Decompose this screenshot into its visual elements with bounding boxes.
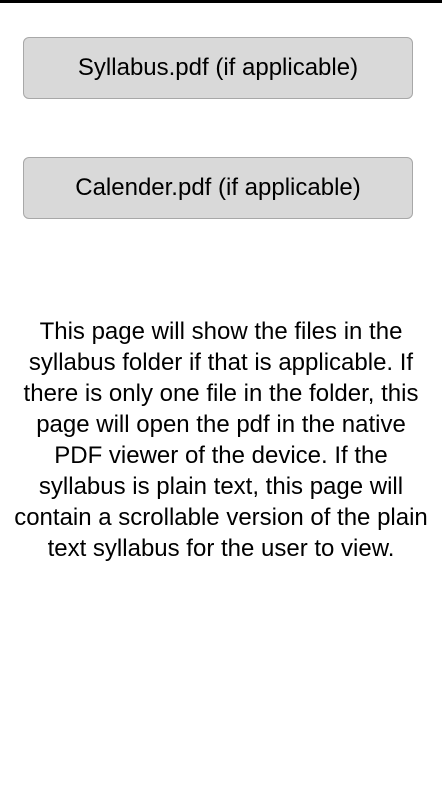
calendar-pdf-button[interactable]: Calender.pdf (if applicable) (23, 157, 413, 219)
status-bar-edge (0, 0, 442, 3)
page-description: This page will show the files in the syl… (14, 318, 428, 562)
syllabus-pdf-button[interactable]: Syllabus.pdf (if applicable) (23, 37, 413, 99)
